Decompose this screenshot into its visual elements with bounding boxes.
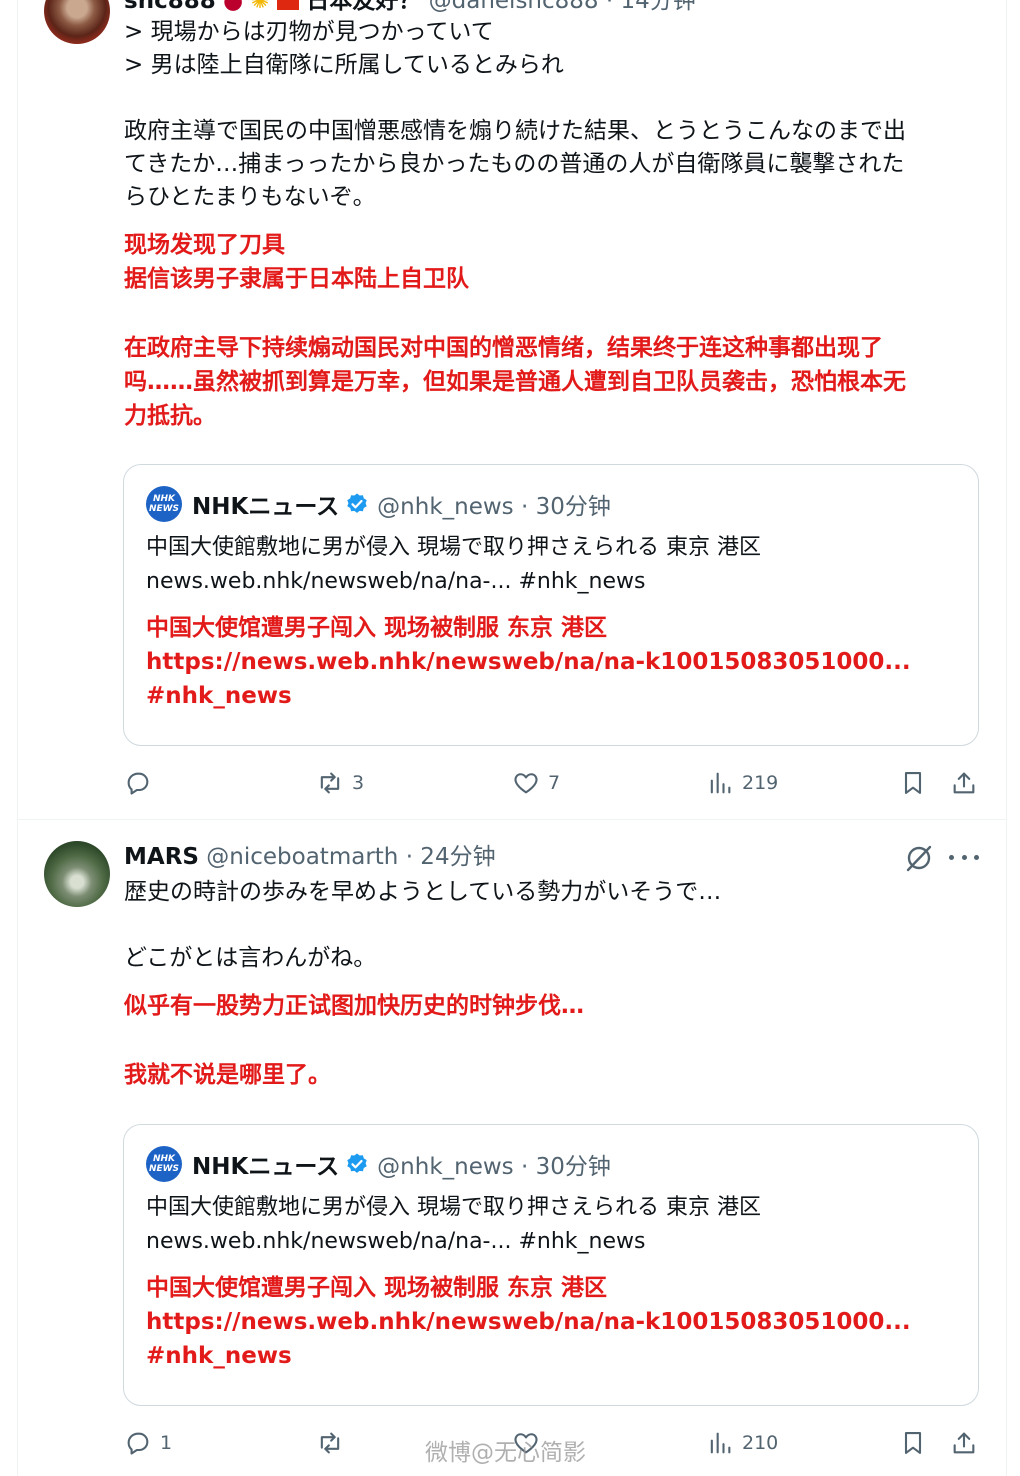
nhk-logo-icon[interactable]: NHK NEWS [146,1146,182,1182]
flag-emoji-icon: ● [223,0,244,14]
translation-line: #nhk_news [146,1343,292,1369]
quoted-text-line: 中国大使館敷地に男が侵入 現場で取り押さえられる 東京 港区 [146,535,761,560]
nhk-logo-icon[interactable]: NHK NEWS [146,486,182,522]
post-text-line: どこがとは言わんがね。 [124,945,377,971]
analytics-icon [710,1432,731,1454]
post-text-line: らひとたまりもないぞ。 [124,184,376,210]
translation-line: 中国大使馆遭男子闯入 现场被制服 东京 港区 [146,1275,608,1301]
share-button[interactable] [950,766,978,800]
more-options-icon[interactable] [949,845,979,869]
translation-line: 在政府主导下持续煽动国民对中国的憎恶情绪，结果终于连这种事都出现了 [124,335,883,361]
handle[interactable]: @danelshc888 [429,0,599,14]
quoted-link[interactable]: news.web.nhk/newsweb/na/na-... #nhk_news [146,565,645,598]
quoted-handle-time[interactable]: @nhk_news · 30分钟 [377,1147,611,1181]
sun-emoji-icon: ✺ [250,0,270,14]
handle-timestamp[interactable]: @niceboatmarth · 24分钟 [206,844,495,870]
quoted-link[interactable]: news.web.nhk/newsweb/na/na-... #nhk_news [146,1225,645,1258]
translation-line: https://news.web.nhk/newsweb/na/na-k1001… [146,649,911,675]
grok-icon[interactable] [903,842,935,874]
post-text-line: 政府主導で国民の中国憎悪感情を煽り続けた結果、とうとうこんなのまで出 [124,118,906,144]
post-text-line: てきたか…捕まっったから良かったものの普通の人が自衛隊員に襲撃された [124,151,905,177]
post-text-line: > 現場からは刃物が見つかっていて [124,19,494,45]
translation-line: 似乎有一股势力正试图加快历史的时钟步伐… [124,993,584,1019]
translation-line: 现场发现了刀具 [124,232,285,258]
flag-cn-emoji-icon [277,0,300,10]
timestamp[interactable]: 14分钟 [621,0,696,14]
post-header: shc888 ● ✺ 日本友好？ @danelshc888 · 14分钟 [124,0,696,16]
translation-line: 据信该男子隶属于日本陆上自卫队 [124,266,469,292]
avatar[interactable] [44,841,110,907]
share-icon [953,1432,975,1454]
quoted-text-line: 中国大使館敷地に男が侵入 現場で取り押さえられる 東京 港区 [146,1195,761,1220]
repost-button[interactable]: 3 [316,766,364,800]
verified-badge-icon [347,1153,367,1173]
translation-line: https://news.web.nhk/newsweb/na/na-k1001… [146,1309,911,1335]
repost-icon [320,772,340,794]
post-text-line: 歴史の時計の歩みを早めようとしている勢力がいそうで… [124,879,722,905]
share-icon [953,772,975,794]
display-name[interactable]: shc888 [124,0,216,14]
post-divider [17,819,1007,820]
weibo-watermark: 微博@无心简影 [425,1440,586,1466]
quoted-post[interactable]: NHK NEWS NHKニュース @nhk_news · 30分钟 中国大使館敷地… [123,464,979,746]
translation-line: 中国大使馆遭男子闯入 现场被制服 东京 港区 [146,615,608,641]
like-button[interactable]: 7 [512,766,560,800]
views-button[interactable]: 210 [706,1426,778,1460]
quoted-handle-time[interactable]: @nhk_news · 30分钟 [377,487,611,521]
reply-button[interactable] [124,766,160,800]
quoted-post[interactable]: NHK NEWS NHKニュース @nhk_news · 30分钟 中国大使館敷地… [123,1124,979,1406]
views-button[interactable]: 219 [706,766,778,800]
reply-button[interactable]: 1 [124,1426,172,1460]
quoted-display-name[interactable]: NHKニュース [192,487,339,521]
post-header: MARS @niceboatmarth · 24分钟 [124,842,496,872]
quoted-post-header: NHK NEWS NHKニュース @nhk_news · 30分钟 [146,486,611,522]
bookmark-button[interactable] [899,1426,927,1460]
quoted-post-header: NHK NEWS NHKニュース @nhk_news · 30分钟 [146,1146,611,1182]
translation-line: #nhk_news [146,683,292,709]
translation-line: 力抵抗。 [124,403,216,429]
reply-icon [127,772,149,795]
display-name-suffix: 日本友好？ [306,0,422,14]
bookmark-icon [904,1432,922,1454]
post-text-line: > 男は陸上自衛隊に所属しているとみられ [124,52,564,78]
quoted-display-name[interactable]: NHKニュース [192,1147,339,1181]
heart-icon [514,773,538,794]
reply-icon [127,1432,149,1455]
translation-line: 吗……虽然被抓到算是万幸，但如果是普通人遭到自卫队员袭击，恐怕根本无 [124,369,906,395]
repost-icon [320,1432,340,1454]
bookmark-button[interactable] [899,766,927,800]
share-button[interactable] [950,1426,978,1460]
translation-line: 我就不说是哪里了。 [124,1062,331,1088]
bookmark-icon [904,772,922,794]
verified-badge-icon [347,493,367,513]
analytics-icon [710,772,731,794]
repost-button[interactable] [316,1426,352,1460]
display-name[interactable]: MARS [124,844,199,870]
